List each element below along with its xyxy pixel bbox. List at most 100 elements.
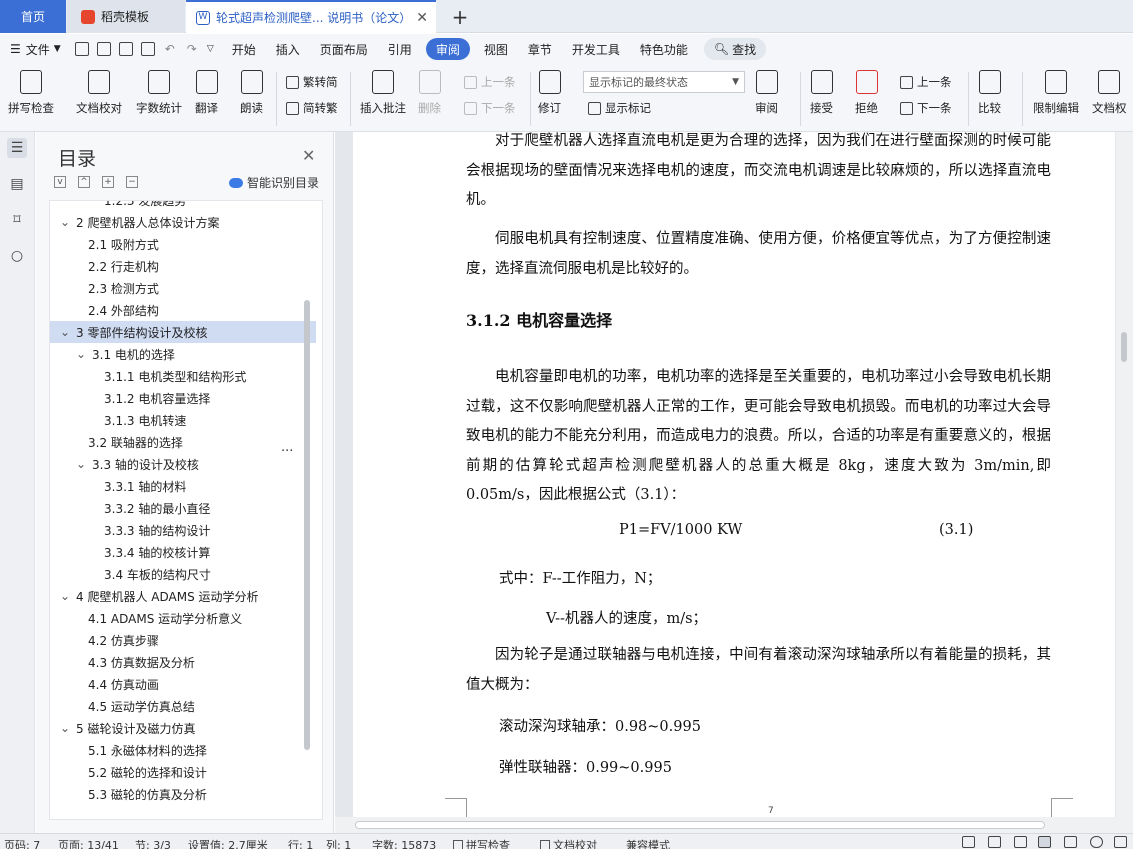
bookmark-icon[interactable]: ⌑ bbox=[7, 210, 27, 230]
doc-auth-button[interactable]: 文档权 bbox=[1092, 70, 1127, 116]
toc-item[interactable]: 3.3.4 轴的校核计算 bbox=[50, 541, 316, 563]
menu-chapter[interactable]: 章节 bbox=[518, 38, 562, 60]
toc-item[interactable]: 3.1.2 电机容量选择 bbox=[50, 387, 316, 409]
export-pdf-icon[interactable] bbox=[96, 42, 111, 56]
readaloud-button[interactable]: 朗读 bbox=[240, 70, 263, 116]
restrict-editing-button[interactable]: 限制编辑 bbox=[1033, 70, 1079, 116]
add-heading-icon[interactable]: + bbox=[102, 176, 114, 188]
close-icon[interactable]: ✕ bbox=[302, 146, 315, 165]
menu-review[interactable]: 审阅 bbox=[425, 38, 470, 60]
nav-pane-icon[interactable]: ▤ bbox=[7, 174, 27, 194]
close-tab-icon[interactable]: ✕ bbox=[416, 10, 428, 26]
toc-scrollbar[interactable] bbox=[304, 300, 310, 750]
toc-item[interactable]: ⌄ 4 爬壁机器人 ADAMS 运动学分析 bbox=[50, 585, 316, 607]
menu-devtools[interactable]: 开发工具 bbox=[562, 38, 630, 60]
status-proofread[interactable]: 文档校对 bbox=[540, 837, 597, 849]
spellcheck-button[interactable]: 拼写检查 bbox=[8, 70, 54, 116]
vertical-scrollbar[interactable] bbox=[1116, 132, 1133, 817]
menu-references[interactable]: 引用 bbox=[378, 38, 422, 60]
chevron-down-icon[interactable]: ⌄ bbox=[60, 325, 72, 339]
document-page[interactable]: 对于爬壁机器人选择直流电机是更为合理的选择，因为我们在进行壁面探测的时候可能会根… bbox=[353, 132, 1115, 818]
toc-item[interactable]: 3.2 联轴器的选择 bbox=[50, 431, 316, 453]
prev-comment-button[interactable]: 上一条 bbox=[464, 74, 516, 90]
status-spellcheck[interactable]: 拼写检查 bbox=[453, 837, 510, 849]
print-icon[interactable] bbox=[118, 42, 133, 56]
accept-button[interactable]: 接受 bbox=[810, 70, 833, 116]
toc-item[interactable]: 2.3 检测方式 bbox=[50, 277, 316, 299]
status-page[interactable]: 页面: 13/41 bbox=[58, 837, 119, 849]
menu-view[interactable]: 视图 bbox=[474, 38, 518, 60]
toc-item[interactable]: 4.5 运动学仿真总结 bbox=[50, 695, 316, 717]
toc-item[interactable]: 5.3 磁轮的仿真及分析 bbox=[50, 783, 316, 805]
compare-button[interactable]: 比较 bbox=[978, 70, 1001, 116]
remove-heading-icon[interactable]: − bbox=[126, 176, 138, 188]
toc-item[interactable]: 4.4 仿真动画 bbox=[50, 673, 316, 695]
show-marks-button[interactable]: 显示标记 bbox=[588, 100, 651, 116]
status-section[interactable]: 节: 3/3 bbox=[135, 837, 171, 849]
chevron-down-icon[interactable]: ⌄ bbox=[60, 721, 72, 735]
read-mode-icon[interactable] bbox=[1114, 836, 1127, 848]
wordcount-button[interactable]: 字数统计 bbox=[136, 70, 182, 116]
toc-item[interactable]: 4.2 仿真步骤 bbox=[50, 629, 316, 651]
toc-item[interactable]: 2.1 吸附方式 bbox=[50, 233, 316, 255]
menu-special[interactable]: 特色功能 bbox=[630, 38, 698, 60]
review-pane-button[interactable]: 审阅 bbox=[755, 70, 778, 116]
toc-item[interactable]: 5.2 磁轮的选择和设计 bbox=[50, 761, 316, 783]
toc-item[interactable]: 3.1.1 电机类型和结构形式 bbox=[50, 365, 316, 387]
toc-item[interactable]: 3.4 车板的结构尺寸 bbox=[50, 563, 316, 585]
collapse-all-icon[interactable]: v bbox=[54, 176, 66, 188]
pen-icon[interactable] bbox=[1014, 836, 1027, 848]
status-setting[interactable]: 设置值: 2.7厘米 bbox=[188, 837, 268, 849]
prev-change-button[interactable]: 上一条 bbox=[900, 74, 952, 90]
new-tab-button[interactable]: + bbox=[446, 0, 474, 33]
smart-toc-button[interactable]: 智能识别目录 bbox=[229, 174, 319, 191]
expand-up-icon[interactable]: ^ bbox=[78, 176, 90, 188]
doccheck-button[interactable]: 文档校对 bbox=[76, 70, 122, 116]
toc-item[interactable]: 4.3 仿真数据及分析 bbox=[50, 651, 316, 673]
toc-item[interactable]: 2.2 行走机构 bbox=[50, 255, 316, 277]
chevron-down-icon[interactable]: ⌄ bbox=[76, 457, 88, 471]
menu-layout[interactable]: 页面布局 bbox=[310, 38, 378, 60]
translate-button[interactable]: 翻译 bbox=[195, 70, 218, 116]
search-icon[interactable]: ○ bbox=[7, 246, 27, 266]
status-pageno[interactable]: 页码: 7 bbox=[4, 837, 40, 849]
customize-icon[interactable]: ▽ bbox=[207, 44, 214, 54]
toc-item[interactable]: 3.3.3 轴的结构设计 bbox=[50, 519, 316, 541]
trad-to-simp-button[interactable]: 繁转简 bbox=[286, 74, 338, 90]
chevron-down-icon[interactable]: ⌄ bbox=[60, 589, 72, 603]
chevron-down-icon[interactable]: ⌄ bbox=[76, 347, 88, 361]
delete-comment-button[interactable]: 删除 bbox=[418, 70, 441, 116]
tab-home[interactable]: 首页 bbox=[0, 0, 66, 33]
toc-item[interactable]: ⌄ 3.3 轴的设计及校核 bbox=[50, 453, 316, 475]
mark-state-select[interactable]: 显示标记的最终状态 ▼ bbox=[583, 71, 745, 93]
web-view-icon[interactable] bbox=[1090, 836, 1103, 848]
chevron-down-icon[interactable]: ⌄ bbox=[60, 215, 72, 229]
menu-start[interactable]: 开始 bbox=[222, 38, 266, 60]
eye-protect-icon[interactable] bbox=[988, 836, 1001, 848]
search-button[interactable]: 🔍︎ 查找 bbox=[703, 38, 767, 60]
more-options-icon[interactable]: ... bbox=[281, 440, 293, 455]
toc-item[interactable]: 1.2.3 发展趋势 bbox=[50, 201, 316, 211]
horizontal-scroll-thumb[interactable] bbox=[355, 821, 1045, 829]
fullscreen-icon[interactable] bbox=[962, 836, 975, 848]
outline-view-icon[interactable] bbox=[1064, 836, 1077, 848]
menu-insert[interactable]: 插入 bbox=[266, 38, 310, 60]
file-menu[interactable]: ☰ 文件 ▼ bbox=[0, 38, 71, 60]
simp-to-trad-button[interactable]: 简转繁 bbox=[286, 100, 338, 116]
toc-item[interactable]: 3.1.3 电机转速 bbox=[50, 409, 316, 431]
insert-comment-button[interactable]: 插入批注 bbox=[360, 70, 406, 116]
tab-template[interactable]: 稻壳模板 bbox=[67, 0, 185, 33]
status-wordcount[interactable]: 字数: 15873 bbox=[372, 837, 436, 849]
toc-item[interactable]: 3.3.1 轴的材料 bbox=[50, 475, 316, 497]
tab-document[interactable]: W 轮式超声检测爬壁... 说明书（论文） ✕ bbox=[186, 0, 436, 33]
page-view-icon[interactable] bbox=[1038, 836, 1051, 848]
toc-item[interactable]: ⌄ 3 零部件结构设计及校核 bbox=[50, 321, 316, 343]
horizontal-scrollbar[interactable] bbox=[335, 817, 1133, 833]
toc-item[interactable]: 5.1 永磁体材料的选择 bbox=[50, 739, 316, 761]
print-preview-icon[interactable] bbox=[140, 42, 155, 56]
undo-icon[interactable]: ↶ bbox=[165, 42, 175, 56]
toc-item[interactable]: ⌄ 2 爬壁机器人总体设计方案 bbox=[50, 211, 316, 233]
toc-item[interactable]: ⌄ 5 磁轮设计及磁力仿真 bbox=[50, 717, 316, 739]
toc-item[interactable]: 4.1 ADAMS 运动学分析意义 bbox=[50, 607, 316, 629]
toc-item[interactable]: 2.4 外部结构 bbox=[50, 299, 316, 321]
